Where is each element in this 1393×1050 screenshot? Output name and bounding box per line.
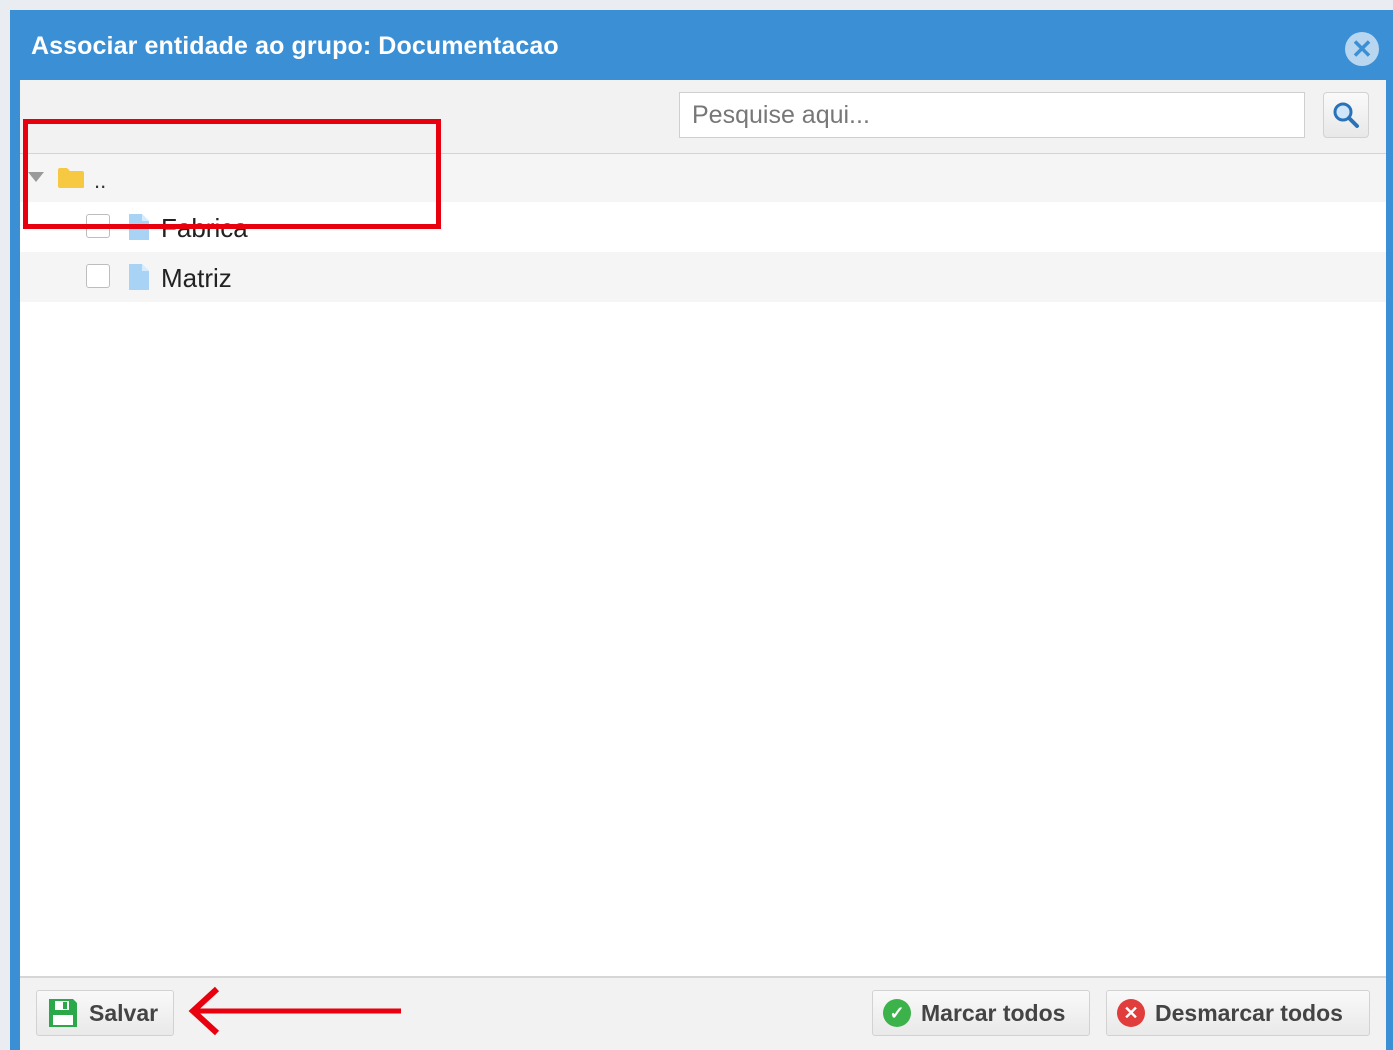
expand-caret-icon[interactable] — [28, 172, 44, 182]
search-button[interactable] — [1323, 92, 1369, 138]
entity-tree: .. Fabrica Matriz — [20, 154, 1386, 302]
close-icon: ✕ — [1351, 34, 1373, 64]
check-circle-icon: ✓ — [883, 999, 911, 1027]
tree-item-label: Matriz — [161, 263, 232, 293]
tree-root-node[interactable]: .. — [20, 154, 1386, 202]
tree-item-matriz[interactable]: Matriz — [20, 252, 1386, 302]
tree-item-label: Fabrica — [161, 213, 248, 243]
fabrica-checkbox[interactable] — [86, 214, 110, 238]
red-arrow-annotation-icon — [188, 986, 401, 1036]
x-circle-icon: ✕ — [1117, 999, 1145, 1027]
mark-all-label: Marcar todos — [921, 999, 1066, 1026]
unmark-all-label: Desmarcar todos — [1155, 999, 1343, 1026]
matriz-checkbox[interactable] — [86, 264, 110, 288]
file-icon — [129, 264, 149, 290]
save-button[interactable]: Salvar — [36, 990, 174, 1036]
dialog-body: .. Fabrica Matriz — [20, 80, 1386, 1050]
associate-entity-dialog: Associar entidade ao grupo: Documentacao… — [10, 10, 1393, 1050]
folder-icon — [58, 168, 84, 188]
unmark-all-button[interactable]: ✕ Desmarcar todos — [1106, 990, 1370, 1036]
file-icon — [129, 214, 149, 240]
search-toolbar — [20, 80, 1386, 154]
dialog-titlebar[interactable]: Associar entidade ao grupo: Documentacao… — [10, 10, 1393, 80]
mark-all-button[interactable]: ✓ Marcar todos — [872, 990, 1090, 1036]
search-icon — [1333, 102, 1359, 128]
search-input[interactable] — [679, 92, 1305, 138]
tree-root-label: .. — [94, 168, 107, 193]
dialog-title: Associar entidade ao grupo: Documentacao — [31, 32, 559, 60]
tree-item-fabrica[interactable]: Fabrica — [20, 202, 1386, 252]
close-button[interactable]: ✕ — [1345, 32, 1379, 66]
save-button-label: Salvar — [89, 999, 159, 1026]
save-icon — [49, 999, 77, 1027]
